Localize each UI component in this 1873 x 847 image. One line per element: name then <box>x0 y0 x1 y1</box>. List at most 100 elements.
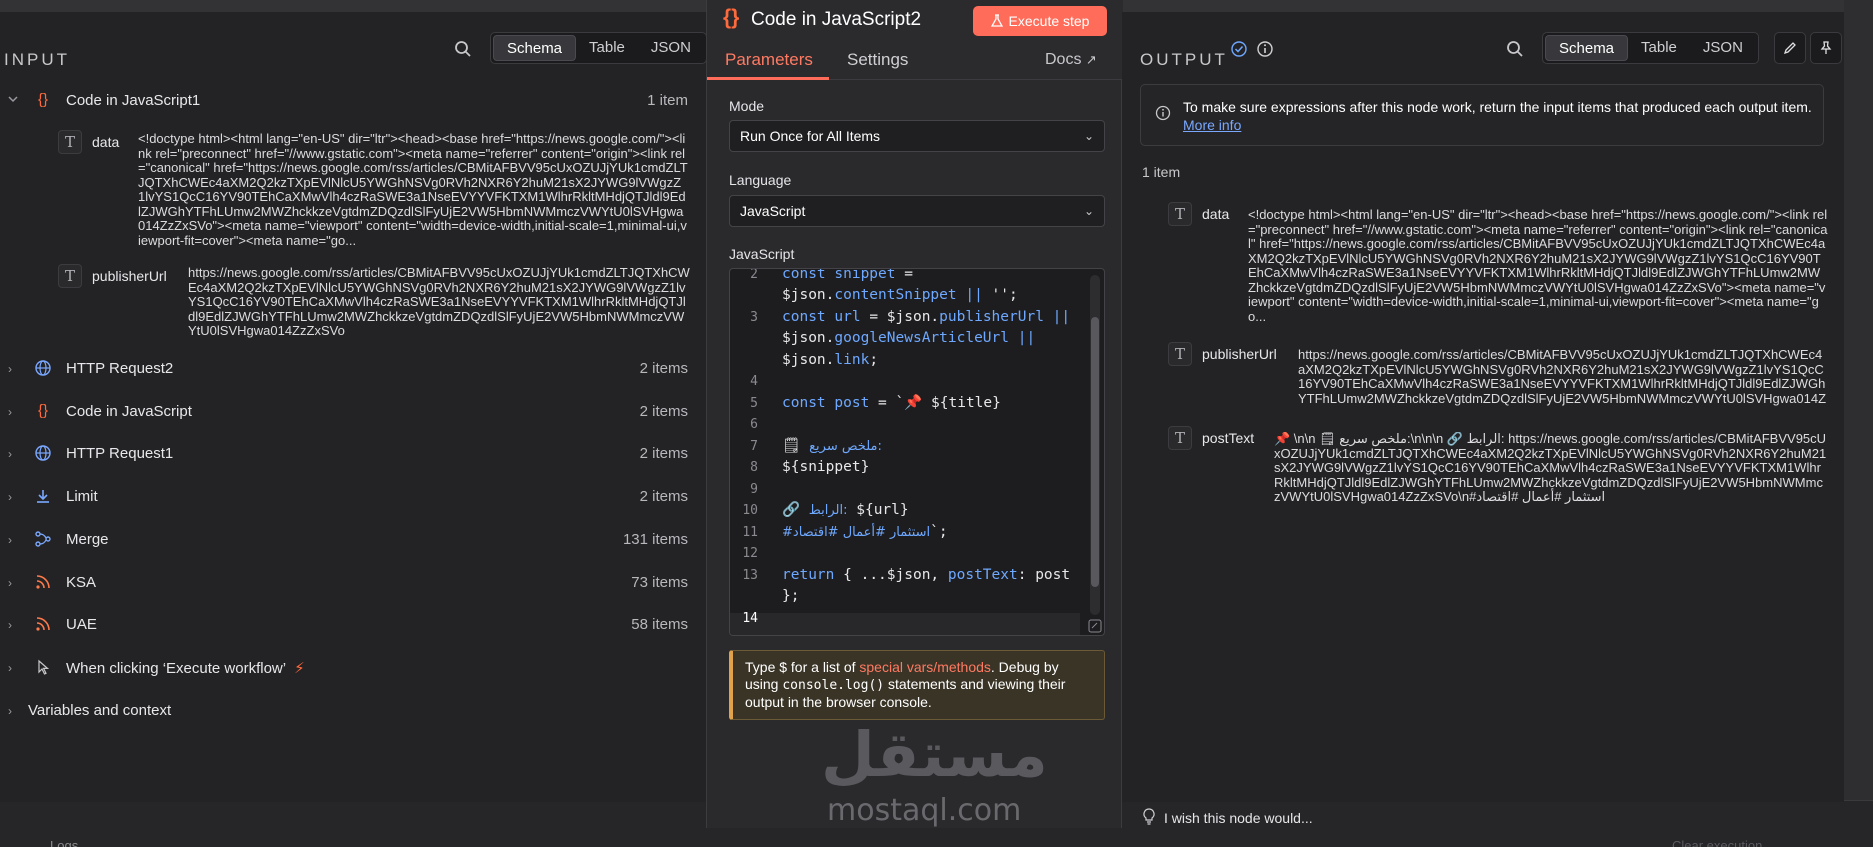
docs-link[interactable]: Docs ↗ <box>1045 51 1097 69</box>
watermark-url: mostaql.com <box>827 793 1022 828</box>
field-name: data <box>92 134 120 150</box>
code-line: 4 <box>750 374 758 389</box>
editor-scrollbar-thumb[interactable] <box>1091 317 1099 587</box>
feedback-prompt[interactable]: I wish this node would... <box>1164 810 1313 826</box>
mode-select[interactable]: Run Once for All Items ⌄ <box>729 120 1105 152</box>
text-type-icon: T <box>1168 342 1192 366</box>
resize-icon[interactable] <box>1088 619 1102 633</box>
chevron-down-icon: ⌄ <box>1083 129 1094 143</box>
lightbulb-icon <box>1143 808 1155 825</box>
code-line: 5 const post = `📌 ${title} <box>750 395 1001 411</box>
language-label: Language <box>729 172 792 188</box>
cursor-icon <box>38 659 50 675</box>
output-warning: To make sure expressions after this node… <box>1140 84 1824 146</box>
input-panel: INPUT Schema Table JSON {} Code in JavaS… <box>0 12 708 802</box>
more-info-link[interactable]: More info <box>1183 117 1241 133</box>
tree-node-merge[interactable]: › Merge 131 items <box>0 525 700 555</box>
chevron-right-icon: › <box>8 576 12 590</box>
chevron-right-icon: › <box>8 618 12 632</box>
code-braces-icon: {} <box>723 6 740 29</box>
code-line: 3 const url = $json.publisherUrl || <box>750 309 1071 325</box>
code-label: JavaScript <box>729 246 795 262</box>
input-tab-table[interactable]: Table <box>576 35 638 61</box>
output-tab-schema[interactable]: Schema <box>1545 35 1629 61</box>
node-count: 2 items <box>639 360 688 377</box>
special-vars-link[interactable]: special vars/methods <box>859 659 991 675</box>
field-value: <!doctype html><html lang="en-US" dir="l… <box>1248 208 1828 324</box>
code-line: 8 ${snippet} <box>750 459 870 475</box>
execute-step-button[interactable]: Execute step <box>973 6 1107 36</box>
search-icon[interactable] <box>454 40 472 58</box>
tree-node-limit[interactable]: › Limit 2 items <box>0 482 700 512</box>
tree-node-http-request1[interactable]: › HTTP Request1 2 items <box>0 439 700 469</box>
input-tab-json[interactable]: JSON <box>638 35 704 61</box>
node-name: Limit <box>66 488 98 505</box>
field-value: 📌 \n\n 🗒 ملخص سريع:\n\n\n 🔗 الرابط: http… <box>1274 432 1827 504</box>
field-value: <!doctype html><html lang="en-US" dir="l… <box>138 132 688 248</box>
code-editor[interactable]: 2 const snippet = $json.contentSnippet ||… <box>729 268 1105 636</box>
tab-parameters[interactable]: Parameters <box>725 50 813 70</box>
edit-output-button[interactable] <box>1774 32 1806 64</box>
text-type-icon: T <box>1168 426 1192 450</box>
output-tab-json[interactable]: JSON <box>1690 35 1756 61</box>
field-name: publisherUrl <box>1202 346 1277 362</box>
tree-node-code-in-javascript1[interactable]: {} Code in JavaScript1 1 item <box>0 86 700 116</box>
output-title: OUTPUT <box>1140 50 1228 69</box>
field-name: postText <box>1202 430 1255 446</box>
tree-node-variables-and-context[interactable]: › Variables and context <box>0 696 700 726</box>
node-title[interactable]: Code in JavaScript2 <box>751 9 921 31</box>
code-line: $json.googleNewsArticleUrl || <box>782 330 1036 346</box>
tree-node-manual-trigger[interactable]: › When clicking ‘Execute workflow’ ⚡ <box>0 653 700 683</box>
tree-node-http-request2[interactable]: › HTTP Request2 2 items <box>0 354 700 384</box>
code-line: 9 <box>750 482 758 497</box>
code-braces-icon: {} <box>37 91 49 108</box>
node-name: KSA <box>66 574 97 591</box>
text-type-icon: T <box>58 130 82 154</box>
field-name: publisherUrl <box>92 268 167 284</box>
node-editor-header: {} Code in JavaScript2 Execute step Para… <box>707 0 1123 80</box>
node-name: When clicking ‘Execute workflow’ ⚡ <box>66 660 305 677</box>
tree-node-ksa[interactable]: › KSA 73 items <box>0 568 700 598</box>
input-tab-schema[interactable]: Schema <box>493 35 577 61</box>
search-icon[interactable] <box>1506 40 1524 58</box>
node-count: 1 item <box>647 92 688 109</box>
code-line: 10 🔗 الرابط: ${url} <box>742 502 909 518</box>
logs-label[interactable]: Logs <box>50 838 78 847</box>
info-icon <box>1155 105 1171 121</box>
info-icon[interactable] <box>1256 40 1274 58</box>
tab-settings[interactable]: Settings <box>847 50 908 70</box>
code-line: 6 <box>750 417 758 432</box>
flask-icon <box>990 14 1003 27</box>
clear-execution-label[interactable]: Clear execution <box>1672 838 1762 847</box>
code-line: 2 const snippet = <box>750 268 913 282</box>
code-braces-icon: {} <box>37 402 49 419</box>
output-panel: OUTPUT Schema Table JSON To make sure ex… <box>1122 12 1844 802</box>
output-tab-table[interactable]: Table <box>1628 35 1690 61</box>
pin-data-button[interactable] <box>1810 32 1842 64</box>
pin-icon <box>1820 41 1832 54</box>
node-count: 73 items <box>631 574 688 591</box>
mode-label: Mode <box>729 98 765 114</box>
input-view-tabs: Schema Table JSON <box>490 32 707 64</box>
limit-icon <box>37 490 49 503</box>
tree-node-code-in-javascript[interactable]: › {} Code in JavaScript 2 items <box>0 397 700 427</box>
chevron-right-icon: › <box>8 661 12 675</box>
node-count: 58 items <box>631 616 688 633</box>
node-editor-panel: {} Code in JavaScript2 Execute step Para… <box>706 0 1123 828</box>
tree-node-uae[interactable]: › UAE 58 items <box>0 610 700 640</box>
language-select[interactable]: JavaScript ⌄ <box>729 195 1105 227</box>
node-name: Code in JavaScript <box>66 403 192 420</box>
field-name: data <box>1202 206 1230 222</box>
active-tab-underline <box>707 77 829 80</box>
node-name: HTTP Request1 <box>66 445 174 462</box>
code-line: $json.link; <box>782 352 879 368</box>
chevron-right-icon: › <box>8 704 12 718</box>
node-count: 2 items <box>639 403 688 420</box>
chevron-right-icon: › <box>8 405 12 419</box>
node-name: Merge <box>66 531 109 548</box>
output-item-count: 1 item <box>1142 164 1181 180</box>
chevron-right-icon: › <box>8 490 12 504</box>
lightning-icon: ⚡ <box>294 660 305 677</box>
code-line: 11 #استثمار #أعمال #اقتصاد`; <box>742 524 948 540</box>
input-title: INPUT <box>4 50 70 69</box>
